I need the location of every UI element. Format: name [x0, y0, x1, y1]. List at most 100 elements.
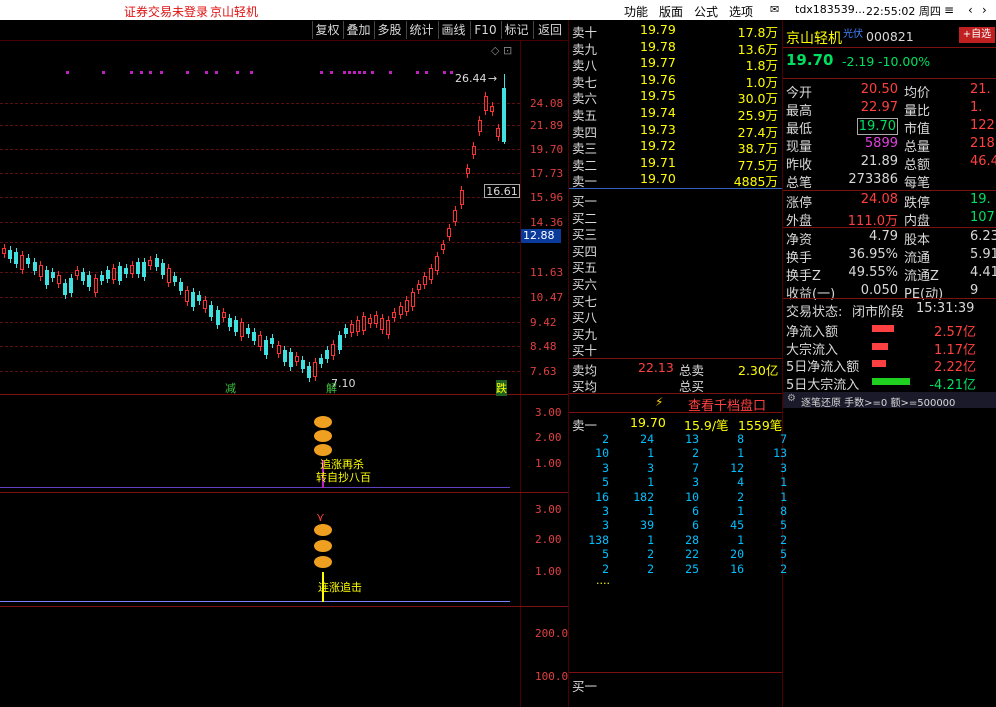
sell-level-row[interactable]: 卖十 19.79 17.8万 — [570, 22, 782, 40]
thousand-cell: 10 — [595, 446, 609, 461]
th-price: 19.70 — [630, 415, 666, 430]
menu-function[interactable]: 功能 — [624, 3, 648, 20]
sell-level-row[interactable]: 卖二 19.71 77.5万 — [570, 154, 782, 173]
btn-stats[interactable]: 统计 — [406, 21, 436, 39]
menu-formula[interactable]: 公式 — [694, 3, 718, 20]
signal-dot — [358, 71, 361, 74]
candle — [14, 252, 19, 264]
level-price: 19.74 — [640, 105, 676, 120]
btn-multi[interactable]: 多股 — [374, 21, 404, 39]
candle — [124, 268, 128, 274]
ind1-tick: 3.00 — [535, 406, 562, 419]
marker-mid: 解 — [326, 382, 337, 395]
btn-f10[interactable]: F10 — [470, 21, 500, 39]
signal-dot — [236, 71, 239, 74]
candle — [148, 260, 153, 266]
candle — [477, 120, 482, 132]
signal-dot — [102, 71, 105, 74]
sell-level-row[interactable]: 卖一 19.70 4885万 — [570, 171, 782, 189]
btn-mark[interactable]: 标记 — [501, 21, 531, 39]
price-tick: 19.70 — [530, 143, 564, 156]
quote-row: 现量 5899 总量 218.3 — [786, 136, 996, 155]
back-arrow-icon[interactable]: ‹ — [968, 3, 973, 17]
buy-level-row[interactable]: 买九 — [570, 324, 782, 342]
thousand-cell: 3 — [647, 460, 654, 475]
grid-line — [0, 103, 520, 104]
mail-icon[interactable]: ✉ — [770, 3, 779, 16]
btn-draw[interactable]: 画线 — [438, 21, 468, 39]
candle — [75, 270, 80, 276]
buy-level-row[interactable]: 买五 — [570, 257, 782, 275]
level-price: 19.75 — [640, 88, 676, 104]
login-warning[interactable]: 证券交易未登录 — [124, 3, 208, 20]
candle — [69, 278, 74, 293]
signal-dot — [348, 71, 351, 74]
ind1-tick: 2.00 — [535, 431, 562, 444]
candle — [471, 146, 476, 155]
level-price: 19.72 — [640, 138, 676, 154]
level-price: 19.71 — [640, 154, 676, 170]
menu-options[interactable]: 选项 — [729, 3, 753, 20]
sell-level-row[interactable]: 卖四 19.73 27.4万 — [570, 122, 782, 140]
sell-level-row[interactable]: 卖六 19.75 30.0万 — [570, 88, 782, 106]
candle — [282, 350, 287, 362]
indicator-baseline — [0, 487, 510, 488]
price-tick: 24.08 — [530, 97, 564, 110]
quote-value: 20.50 — [860, 82, 898, 97]
menu-layout[interactable]: 版面 — [659, 3, 683, 20]
quote-row: 最低 19.70 市值 122.7 — [786, 118, 996, 137]
ind2-tick: 2.00 — [535, 533, 562, 546]
state-label: 交易状态: — [786, 305, 843, 320]
add-favorite-button[interactable]: +自选 — [959, 27, 995, 43]
quote-label: PE(动) — [904, 287, 944, 302]
sell-level-row[interactable]: 卖八 19.77 1.8万 — [570, 55, 782, 73]
sector-tag[interactable]: 光伏 — [843, 25, 863, 40]
diamond-icon[interactable]: ◇ ⊡ — [491, 44, 512, 57]
buy-level-row[interactable]: 买七 — [570, 291, 782, 309]
candle — [20, 255, 25, 270]
buy-level-row[interactable]: 买四 — [570, 241, 782, 259]
candle — [398, 306, 403, 315]
buy-level-row[interactable]: 买十 — [570, 340, 782, 358]
thousand-cell: 45 — [730, 518, 744, 533]
tick-filter-bar[interactable]: ⚙ 逐笔还原 手数>=0 额>=500000 — [783, 392, 996, 409]
buy-level-row[interactable]: 买三 — [570, 224, 782, 242]
buy-level-row[interactable]: 买一 — [570, 191, 782, 209]
quote-label: 市值 — [904, 122, 931, 137]
buy-level-row[interactable]: 买六 — [570, 274, 782, 292]
quote-value: 36.95% — [848, 247, 898, 262]
sell-level-row[interactable]: 卖七 19.76 1.0万 — [570, 72, 782, 90]
btn-overlay[interactable]: 叠加 — [343, 21, 373, 39]
buy-level-row[interactable]: 买八 — [570, 307, 782, 325]
candle — [252, 332, 257, 341]
user-account[interactable]: tdx183539... — [795, 3, 865, 16]
thousand-cell: 24 — [640, 432, 654, 446]
settings-icon[interactable]: ⚙ — [787, 393, 796, 404]
candle — [44, 270, 49, 285]
flow-label: 5日净流入额 — [786, 360, 860, 375]
quote-row: 换手 36.95% 流通 5.91 — [786, 247, 996, 266]
candle — [87, 275, 92, 287]
grid-line — [0, 197, 520, 198]
buy-level-row[interactable]: 买二 — [570, 208, 782, 226]
flow-bar — [872, 377, 910, 385]
sell-level-row[interactable]: 卖九 19.78 13.6万 — [570, 39, 782, 57]
sell-level-row[interactable]: 卖五 19.74 25.9万 — [570, 105, 782, 123]
candle — [26, 258, 31, 264]
divider — [569, 393, 782, 394]
forward-arrow-icon[interactable]: › — [982, 3, 987, 17]
sell-level-row[interactable]: 卖三 19.72 38.7万 — [570, 138, 782, 156]
signal-dot — [330, 71, 333, 74]
grid-line — [0, 297, 520, 298]
quote-value: 122.7 — [970, 118, 996, 133]
thousand-cell: 7 — [780, 432, 787, 446]
btn-fuquan[interactable]: 复权 — [312, 21, 342, 39]
quote-value: 19. — [970, 192, 991, 207]
pct-change: -10.00% — [878, 54, 931, 69]
menu-icon[interactable]: ≡ — [944, 3, 954, 17]
sell-avg: 22.13 — [638, 360, 674, 375]
candle — [178, 282, 183, 291]
thousand-cell: 6 — [692, 518, 699, 533]
btn-back[interactable]: 返回 — [533, 21, 566, 39]
price-tick: 7.63 — [530, 365, 557, 378]
